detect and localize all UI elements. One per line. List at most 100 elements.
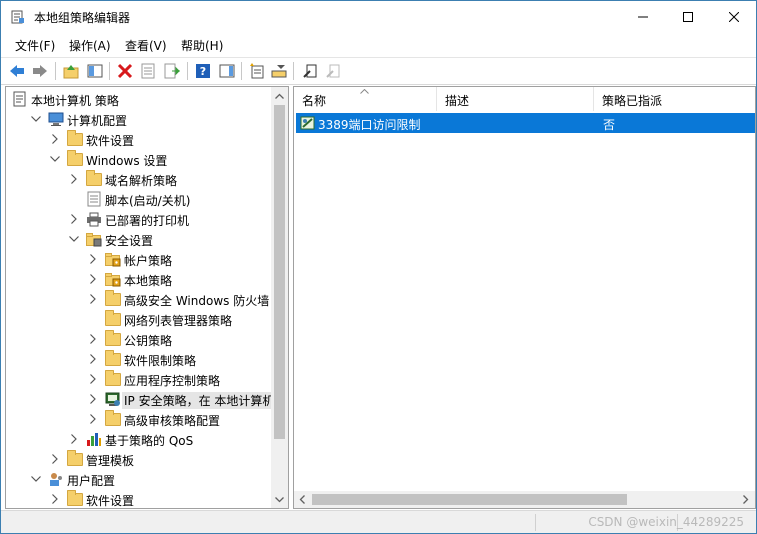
tree-item[interactable]: 高级审核策略配置 <box>6 409 272 429</box>
details-list-pane[interactable]: 名称 描述 策略已指派 3389端口访问限制 否 <box>293 86 756 509</box>
chevron-down-icon[interactable] <box>49 153 61 165</box>
chevron-right-icon[interactable] <box>87 393 99 405</box>
chevron-right-icon[interactable] <box>743 495 749 504</box>
menu-view[interactable]: 查看(V) <box>125 37 167 54</box>
tree-item[interactable]: 软件设置 <box>6 129 272 149</box>
lock-folder-icon <box>105 271 121 287</box>
tree-item[interactable]: 应用程序控制策略 <box>6 369 272 389</box>
tree-item-label: 管理模板 <box>86 454 135 468</box>
show-hide-tree-button[interactable] <box>85 61 105 81</box>
chevron-right-icon[interactable] <box>87 273 99 285</box>
scroll-thumb[interactable] <box>274 105 285 439</box>
new-policy-icon <box>250 63 264 79</box>
folder-icon <box>105 310 121 327</box>
column-header-description[interactable]: 描述 <box>437 87 594 111</box>
title-bar[interactable]: 本地组策略编辑器 <box>1 1 756 33</box>
manage-filters-button[interactable] <box>269 61 289 81</box>
properties-icon <box>141 63 155 79</box>
qos-chart-icon <box>86 431 102 447</box>
unassign-policy-icon <box>326 64 340 78</box>
column-header-assigned[interactable]: 策略已指派 <box>594 87 755 111</box>
action-pane-button[interactable] <box>217 61 237 81</box>
chevron-right-icon[interactable] <box>68 173 80 185</box>
tree-item[interactable]: 脚本(启动/关机) <box>6 189 272 209</box>
help-button[interactable]: ? <box>193 61 213 81</box>
chevron-right-icon[interactable] <box>87 373 99 385</box>
tree-item[interactable]: 本地策略 <box>6 269 272 289</box>
new-policy-button[interactable] <box>247 61 267 81</box>
tree-item[interactable]: 帐户策略 <box>6 249 272 269</box>
chevron-right-icon[interactable] <box>49 493 61 505</box>
tree-item-label: 用户配置 <box>67 474 116 488</box>
chevron-right-icon[interactable] <box>87 293 99 305</box>
console-tree-pane[interactable]: 本地计算机 策略 计算机配置软件设置 Windows 设置 域名解析策略 脚本(启动/关… <box>5 86 289 509</box>
computer-icon <box>48 111 64 127</box>
tree-item[interactable]: 基于策略的 QoS <box>6 429 272 449</box>
unassign-policy-button[interactable] <box>324 61 344 81</box>
chevron-right-icon[interactable] <box>68 213 80 225</box>
column-header-name[interactable]: 名称 <box>294 87 437 111</box>
chevron-right-icon[interactable] <box>87 353 99 365</box>
tree-item[interactable]: 软件限制策略 <box>6 349 272 369</box>
up-level-button[interactable] <box>61 61 81 81</box>
folder-icon <box>67 150 83 167</box>
minimize-button[interactable] <box>620 1 666 33</box>
tree-item-label: Windows 设置 <box>86 154 168 168</box>
menu-file[interactable]: 文件(F) <box>15 37 55 54</box>
tree-item[interactable]: 软件设置 <box>6 489 272 508</box>
folder-icon <box>67 490 83 507</box>
horizontal-scroll-thumb[interactable] <box>312 494 627 505</box>
chevron-right-icon[interactable] <box>68 433 80 445</box>
tree-item-label: 应用程序控制策略 <box>124 374 221 388</box>
list-item[interactable]: 3389端口访问限制 否 <box>296 113 755 133</box>
tree-item-label: 软件设置 <box>86 134 135 148</box>
minimize-icon <box>638 16 648 18</box>
chevron-right-icon[interactable] <box>49 453 61 465</box>
tree-item[interactable]: Windows 设置 <box>6 149 272 169</box>
chevron-down-icon[interactable] <box>30 473 42 485</box>
tree-vertical-scrollbar[interactable] <box>271 87 288 508</box>
scroll-up-button[interactable] <box>271 87 288 104</box>
back-button[interactable] <box>7 61 27 81</box>
chevron-right-icon[interactable] <box>87 413 99 425</box>
forward-button[interactable] <box>30 61 50 81</box>
tree-item[interactable]: 本地计算机 策略 <box>6 89 272 109</box>
export-list-button[interactable] <box>162 61 182 81</box>
chevron-right-icon[interactable] <box>87 333 99 345</box>
tree-item[interactable]: 网络列表管理器策略 <box>6 309 272 329</box>
delete-button[interactable] <box>115 61 135 81</box>
tree-item-label: 高级安全 Windows 防火墙 <box>124 294 270 308</box>
tree-item[interactable]: 计算机配置 <box>6 109 272 129</box>
maximize-icon <box>683 12 693 22</box>
ipsec-policy-icon <box>300 116 315 130</box>
tree-item[interactable]: 安全设置 <box>6 229 272 249</box>
chevron-down-icon[interactable] <box>68 233 80 245</box>
tree-item[interactable]: 已部署的打印机 <box>6 209 272 229</box>
list-horizontal-scrollbar[interactable] <box>294 491 755 508</box>
scroll-down-button[interactable] <box>271 491 288 508</box>
maximize-button[interactable] <box>665 1 711 33</box>
tree-item[interactable]: IP 安全策略，在 本地计算机 <box>6 389 277 409</box>
menu-action[interactable]: 操作(A) <box>69 37 111 54</box>
script-icon <box>86 191 102 207</box>
tree-item[interactable]: 高级安全 Windows 防火墙 <box>6 289 272 309</box>
chevron-down-icon[interactable] <box>30 113 42 125</box>
menu-help[interactable]: 帮助(H) <box>181 37 223 54</box>
tree-item[interactable]: 域名解析策略 <box>6 169 272 189</box>
chevron-right-icon[interactable] <box>87 253 99 265</box>
up-folder-icon <box>63 65 79 79</box>
assign-policy-button[interactable] <box>301 61 321 81</box>
chevron-left-icon[interactable] <box>299 495 305 504</box>
folder-icon <box>105 290 121 307</box>
watermark-text: CSDN @weixin_44289225 <box>588 515 744 529</box>
show-hide-tree-icon <box>87 64 103 78</box>
forward-arrow-icon <box>33 65 47 77</box>
chevron-right-icon[interactable] <box>49 133 61 145</box>
tree-item[interactable]: 用户配置 <box>6 469 272 489</box>
tree-item[interactable]: 管理模板 <box>6 449 272 469</box>
properties-button[interactable] <box>138 61 158 81</box>
close-button[interactable] <box>711 1 757 33</box>
tree-item[interactable]: 公钥策略 <box>6 329 272 349</box>
tree-item-label: 网络列表管理器策略 <box>124 314 233 328</box>
sort-ascending-icon <box>360 89 369 94</box>
